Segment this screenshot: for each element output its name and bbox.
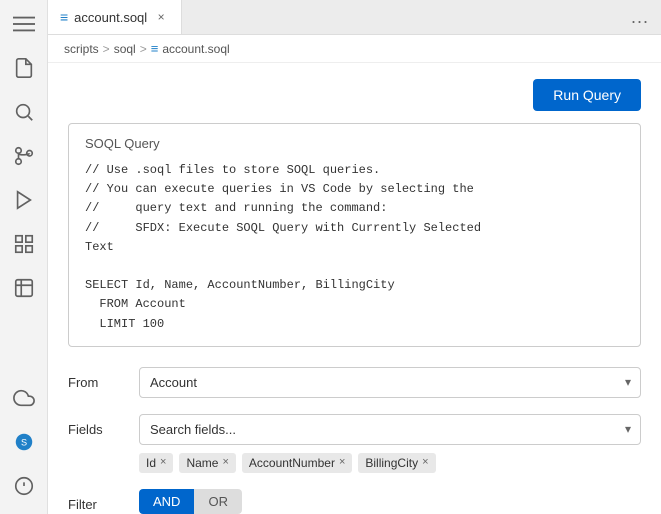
filter-toggle: AND OR <box>139 489 641 514</box>
source-control-icon[interactable] <box>4 136 44 176</box>
filter-and-button[interactable]: AND <box>139 489 194 514</box>
tab-label: account.soql <box>74 10 147 25</box>
field-tags: Id × Name × AccountNumber × BillingCit <box>139 453 641 473</box>
breadcrumb-sep-2: > <box>140 42 147 56</box>
tag-billingcity-label: BillingCity <box>365 456 418 470</box>
svg-text:S: S <box>20 438 26 448</box>
tab-close-button[interactable]: × <box>153 9 169 25</box>
breadcrumb: scripts > soql > ≡ account.soql <box>48 35 661 63</box>
breadcrumb-file[interactable]: account.soql <box>162 42 229 56</box>
tag-billingcity: BillingCity × <box>358 453 435 473</box>
tag-name: Name × <box>179 453 235 473</box>
filter-row: Filter AND OR Field Operator Value <box>68 489 641 514</box>
search-icon[interactable] <box>4 92 44 132</box>
toolbar: Run Query <box>68 79 641 111</box>
tab-account-soql[interactable]: ≡ account.soql × <box>48 0 182 34</box>
tag-accountnumber-remove[interactable]: × <box>339 457 345 468</box>
tab-bar: ≡ account.soql × ... <box>48 0 661 35</box>
content-area: Run Query SOQL Query // Use .soql files … <box>48 63 661 514</box>
cloud-icon[interactable] <box>4 378 44 418</box>
run-query-button[interactable]: Run Query <box>533 79 641 111</box>
fields-row: Fields Search fields... ▾ Id × <box>68 414 641 473</box>
from-select-wrapper: Account ▾ <box>139 367 641 398</box>
tag-name-label: Name <box>186 456 218 470</box>
tag-accountnumber-label: AccountNumber <box>249 456 335 470</box>
filter-or-button[interactable]: OR <box>194 489 242 514</box>
breadcrumb-file-icon: ≡ <box>151 41 159 56</box>
soql-code: // Use .soql files to store SOQL queries… <box>85 161 624 334</box>
info-icon[interactable] <box>4 466 44 506</box>
deploy-icon[interactable] <box>4 180 44 220</box>
fields-select-wrapper: Search fields... ▾ <box>139 414 641 445</box>
components-icon[interactable] <box>4 224 44 264</box>
tag-id-remove[interactable]: × <box>160 457 166 468</box>
tab-file-icon: ≡ <box>60 9 68 25</box>
more-menu-button[interactable]: ... <box>619 7 661 28</box>
tag-name-remove[interactable]: × <box>222 457 228 468</box>
filter-label: Filter <box>68 489 123 512</box>
breadcrumb-sep-1: > <box>103 42 110 56</box>
soql-query-box: SOQL Query // Use .soql files to store S… <box>68 123 641 347</box>
breadcrumb-scripts[interactable]: scripts <box>64 42 99 56</box>
main-area: ≡ account.soql × ... scripts > soql > ≡ … <box>48 0 661 514</box>
fields-control: Search fields... ▾ Id × Name × <box>139 414 641 473</box>
soql-box-title: SOQL Query <box>85 136 624 151</box>
fields-select[interactable]: Search fields... <box>139 414 641 445</box>
from-control: Account ▾ <box>139 367 641 398</box>
tag-accountnumber: AccountNumber × <box>242 453 352 473</box>
menu-icon[interactable] <box>4 4 44 44</box>
activity-bar: S <box>0 0 48 514</box>
from-label: From <box>68 367 123 390</box>
fields-label: Fields <box>68 414 123 437</box>
salesforce-icon[interactable]: S <box>4 422 44 462</box>
test-icon[interactable] <box>4 268 44 308</box>
files-icon[interactable] <box>4 48 44 88</box>
filter-content: AND OR Field Operator Value Search Field… <box>139 489 641 514</box>
from-row: From Account ▾ <box>68 367 641 398</box>
tag-id-label: Id <box>146 456 156 470</box>
breadcrumb-soql[interactable]: soql <box>114 42 136 56</box>
tag-billingcity-remove[interactable]: × <box>422 457 428 468</box>
tag-id: Id × <box>139 453 173 473</box>
from-select[interactable]: Account <box>139 367 641 398</box>
